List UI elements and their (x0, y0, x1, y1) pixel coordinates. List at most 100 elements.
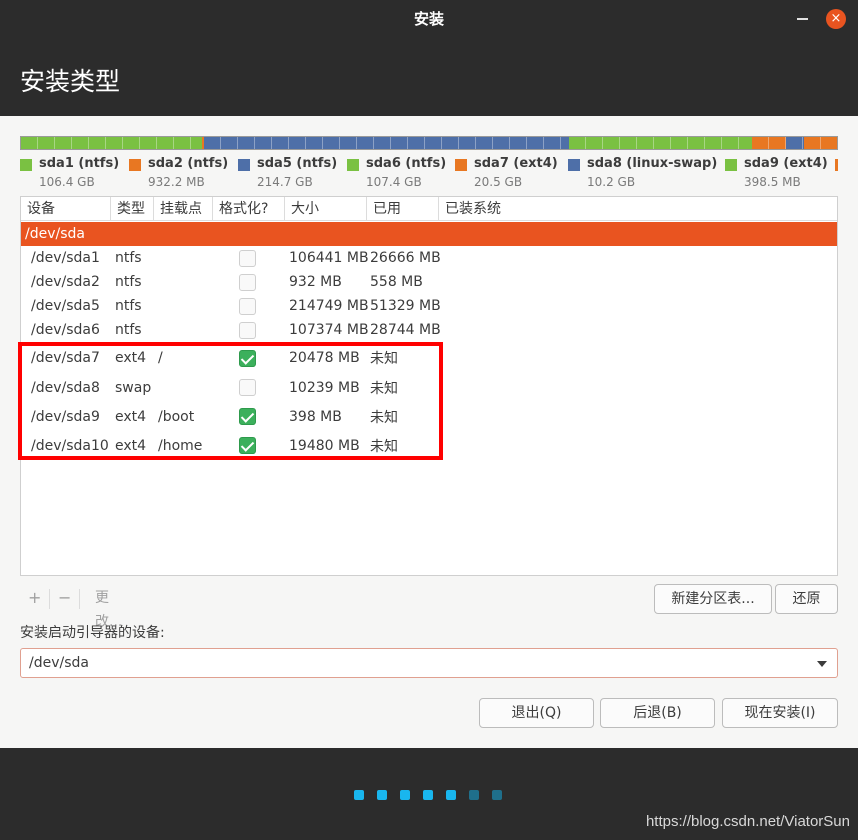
legend-size: 10.2 GB (587, 175, 636, 189)
legend-name: sda7 (ext4) (474, 156, 558, 171)
disk-label: /dev/sda (25, 226, 85, 242)
format-checkbox[interactable] (239, 379, 256, 396)
format-checkbox[interactable] (239, 321, 256, 339)
new-partition-table-button[interactable]: 新建分区表... (654, 584, 772, 614)
partition-bar (20, 136, 838, 150)
dropdown-arrow-icon (817, 661, 827, 667)
progress-dot (423, 790, 433, 800)
cell-size: 19480 MB (289, 437, 360, 454)
cell-type: swap (115, 379, 152, 396)
quit-button[interactable]: 退出(Q) (479, 698, 594, 728)
partition-bar-segment (568, 137, 752, 149)
legend-size: 398.5 MB (744, 175, 801, 189)
boot-device-label: 安装启动引导器的设备: (20, 625, 165, 641)
table-row[interactable]: /dev/sda5 ntfs 214749 MB 51329 MB (21, 294, 837, 318)
back-button[interactable]: 后退(B) (600, 698, 715, 728)
table-row[interactable]: /dev/sda2 ntfs 932 MB 558 MB (21, 270, 837, 294)
cell-device: /dev/sda10 (31, 437, 109, 454)
partition-bar-segment (21, 137, 203, 149)
table-row-disk[interactable]: /dev/sda (21, 222, 837, 246)
close-icon[interactable]: × (826, 9, 846, 29)
format-checkbox[interactable] (239, 297, 256, 315)
boot-device-value: /dev/sda (29, 655, 89, 671)
column-header-size[interactable]: 大小 (285, 197, 367, 221)
legend-name: sda8 (linux-swap) (587, 156, 718, 171)
legend-size: 20.5 GB (474, 175, 523, 189)
title-bar: 安装 × (0, 0, 858, 38)
partition-table[interactable]: 设备 类型 挂载点 格式化? 大小 已用 已装系统 /dev/sda /dev/… (20, 196, 838, 576)
progress-footer: https://blog.csdn.net/ViatorSun (0, 748, 858, 840)
legend-name: sda6 (ntfs) (366, 156, 447, 171)
legend-swatch (725, 159, 737, 171)
cell-used: 51329 MB (370, 298, 441, 314)
legend-name: sda5 (ntfs) (257, 156, 338, 171)
table-row[interactable]: /dev/sda10 ext4/home 19480 MB 未知 (21, 431, 837, 460)
legend-size: 214.7 GB (257, 175, 313, 189)
format-checkbox[interactable] (239, 408, 256, 425)
cell-size: 10239 MB (289, 379, 360, 396)
legend-name: sda1 (ntfs) (39, 156, 120, 171)
progress-dot (377, 790, 387, 800)
cell-mount: /home (158, 437, 203, 454)
table-header: 设备 类型 挂载点 格式化? 大小 已用 已装系统 (21, 197, 837, 221)
legend-swatch (455, 159, 467, 171)
legend-swatch (835, 159, 838, 171)
add-partition-button[interactable]: + (28, 586, 41, 612)
legend-swatch (238, 159, 250, 171)
boot-device-select[interactable]: /dev/sda (20, 648, 838, 678)
column-header-type[interactable]: 类型 (111, 197, 154, 221)
toolbar-divider (49, 589, 50, 609)
format-checkbox[interactable] (239, 273, 256, 291)
remove-partition-button[interactable]: − (58, 586, 71, 612)
legend-swatch (568, 159, 580, 171)
revert-button[interactable]: 还原 (775, 584, 838, 614)
cell-device: /dev/sda2 (31, 274, 100, 290)
cell-size: 107374 MB (289, 322, 369, 338)
table-row[interactable]: /dev/sda1 ntfs 106441 MB 26666 MB (21, 246, 837, 270)
column-header-used[interactable]: 已用 (367, 197, 439, 221)
table-row[interactable]: /dev/sda8 swap 10239 MB 未知 (21, 373, 837, 402)
cell-type: ntfs (115, 250, 142, 266)
partition-bar-segment (803, 137, 837, 149)
page-title: 安装类型 (20, 67, 121, 96)
format-checkbox[interactable] (239, 349, 256, 367)
format-checkbox[interactable] (239, 249, 256, 267)
progress-dot (446, 790, 456, 800)
format-checkbox[interactable] (239, 437, 256, 454)
column-header-mount[interactable]: 挂载点 (154, 197, 213, 221)
cell-type: ntfs (115, 322, 142, 338)
cell-size: 20478 MB (289, 350, 360, 366)
column-header-format[interactable]: 格式化? (213, 197, 285, 221)
table-row[interactable]: /dev/sda7 ext4 / 20478 MB 未知 (21, 343, 837, 373)
partition-bar-segment (203, 137, 569, 149)
cell-device: /dev/sda7 (31, 350, 100, 366)
cell-type: ntfs (115, 274, 142, 290)
legend-name: sda9 (ext4) (744, 156, 828, 171)
cell-size: 106441 MB (289, 250, 369, 266)
cell-type: ext4 (115, 437, 147, 454)
cell-used: 未知 (370, 351, 398, 367)
column-header-device[interactable]: 设备 (21, 197, 111, 221)
page-header: 安装类型 (0, 38, 858, 116)
install-now-button[interactable]: 现在安装(I) (722, 698, 838, 728)
progress-dot (400, 790, 410, 800)
partition-legend: sda1 (ntfs) 106.4 GB sda2 (ntfs) 932.2 MB sd… (20, 156, 838, 192)
progress-dot (469, 790, 479, 800)
main-content: sda1 (ntfs) 106.4 GB sda2 (ntfs) 932.2 MB sd… (0, 116, 858, 748)
change-partition-button[interactable]: 更改... (95, 586, 122, 630)
table-row[interactable]: /dev/sda6 ntfs 107374 MB 28744 MB (21, 318, 837, 342)
cell-used: 未知 (370, 409, 398, 426)
table-row[interactable]: /dev/sda9 ext4/boot 398 MB 未知 (21, 402, 837, 431)
legend-swatch (20, 159, 32, 171)
column-header-system[interactable]: 已装系统 (439, 197, 837, 221)
cell-size: 932 MB (289, 274, 342, 290)
cell-device: /dev/sda6 (31, 322, 100, 338)
cell-used: 未知 (370, 380, 398, 397)
minimize-icon[interactable] (797, 18, 808, 20)
cell-device: /dev/sda8 (31, 379, 100, 396)
legend-size: 107.4 GB (366, 175, 422, 189)
progress-dot (354, 790, 364, 800)
window-title: 安装 (413, 10, 444, 28)
cell-used: 28744 MB (370, 322, 441, 338)
toolbar-divider (79, 589, 80, 609)
